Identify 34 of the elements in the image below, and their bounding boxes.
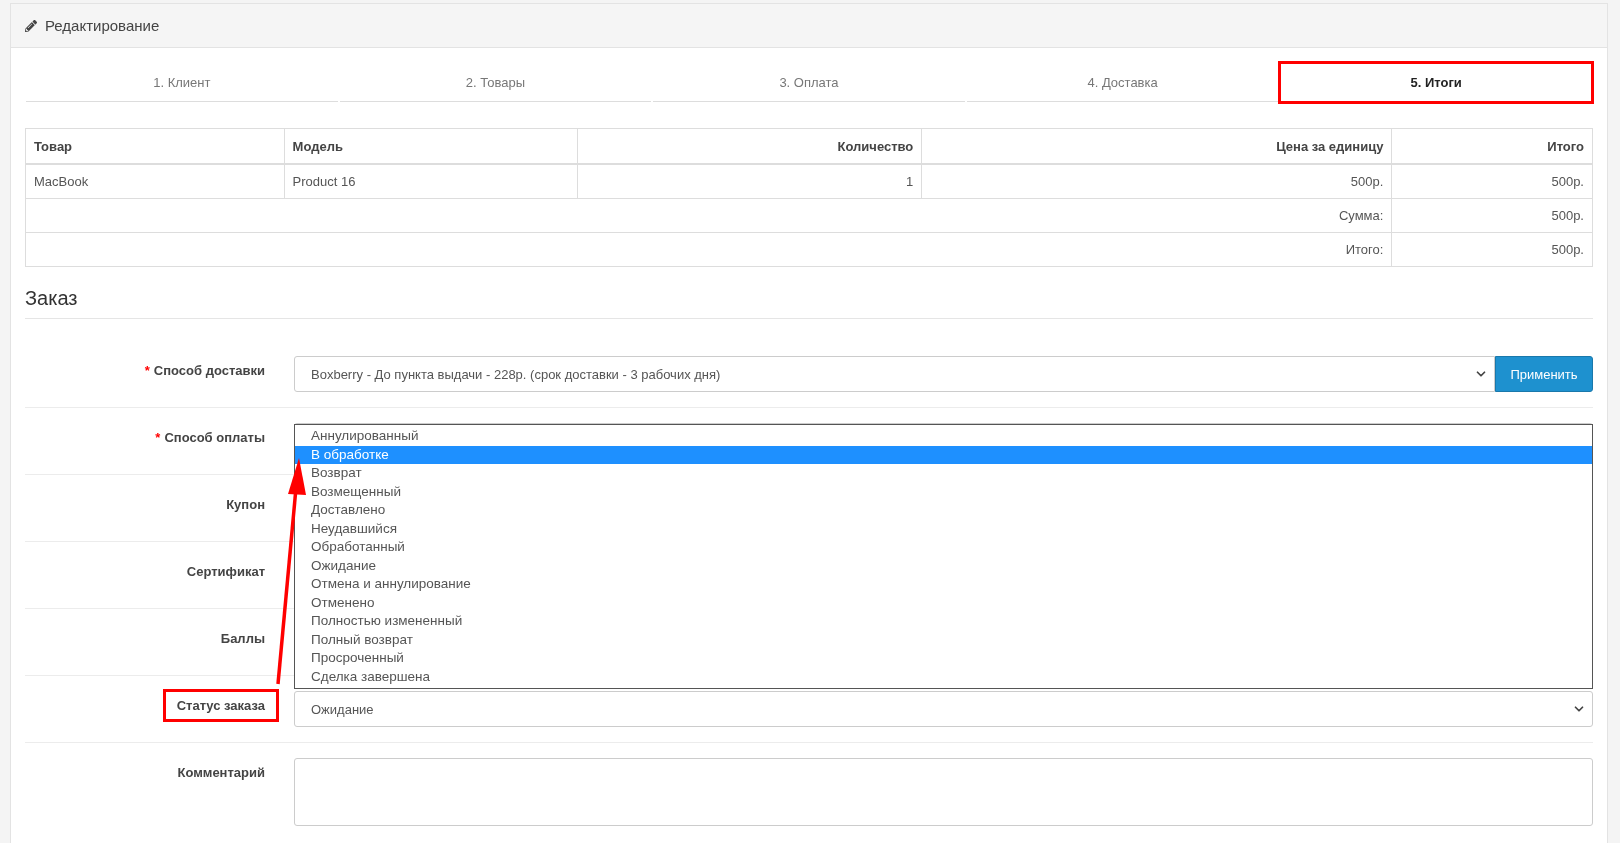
- field-label: * Способ оплаты: [154, 429, 266, 447]
- apply-button[interactable]: Применить: [1495, 356, 1593, 392]
- field-label: * Способ доставки: [143, 362, 266, 380]
- comment-field[interactable]: [294, 758, 1593, 826]
- field-label: Статус заказа: [162, 689, 279, 722]
- select-field[interactable]: Boxberry - До пункта выдачи - 228р. (срок доставки - 3 рабочих дня): [294, 356, 1495, 392]
- total-label: Итого:: [25, 232, 1392, 267]
- dropdown-option[interactable]: Обработанный: [311, 538, 405, 557]
- required-mark: *: [155, 430, 161, 445]
- pencil-icon: [25, 19, 37, 32]
- total-label: Сумма:: [25, 198, 1392, 233]
- column-header: Количество: [577, 128, 922, 164]
- total-value: 500р.: [1391, 198, 1593, 233]
- field-label: Баллы: [219, 630, 266, 648]
- column-header: Модель: [284, 128, 578, 164]
- tab[interactable]: 5. Итоги: [1280, 63, 1592, 102]
- field-label: Комментарий: [176, 764, 266, 782]
- table-cell: 1: [577, 164, 922, 199]
- section-heading: Заказ: [25, 267, 1593, 319]
- total-value: 500р.: [1391, 232, 1593, 267]
- table-cell: 500р.: [921, 164, 1392, 199]
- column-header: Итого: [1391, 128, 1593, 164]
- panel-title: Редактирование: [45, 17, 160, 34]
- table-cell: 500р.: [1391, 164, 1593, 199]
- field-label: Купон: [225, 496, 266, 514]
- column-header: Цена за единицу: [921, 128, 1392, 164]
- table-cell: MacBook: [25, 164, 285, 199]
- dropdown-option[interactable]: Просроченный: [311, 649, 404, 668]
- required-mark: *: [144, 363, 150, 378]
- column-header: Товар: [25, 128, 285, 164]
- field-label: Сертификат: [185, 563, 266, 581]
- select-field[interactable]: Ожидание: [294, 691, 1593, 727]
- dropdown-option[interactable]: Аннулированный: [311, 427, 419, 446]
- table-cell: Product 16: [284, 164, 578, 199]
